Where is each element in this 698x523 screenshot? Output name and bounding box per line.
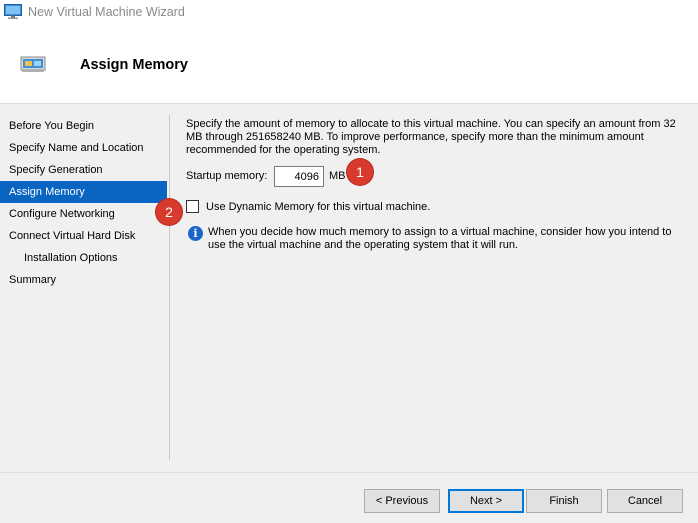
nav-step-specify-name-location[interactable]: Specify Name and Location: [0, 137, 167, 159]
cancel-button[interactable]: Cancel: [607, 489, 683, 513]
annotation-badge-2: 2: [156, 199, 182, 225]
nav-step-configure-networking[interactable]: Configure Networking: [0, 203, 167, 225]
wizard-footer: < Previous Next > Finish Cancel: [0, 472, 698, 523]
vm-monitor-icon: [4, 4, 22, 19]
nav-divider: [169, 115, 170, 460]
step-content: Specify the amount of memory to allocate…: [186, 118, 686, 251]
startup-memory-unit: MB: [329, 170, 346, 182]
next-button[interactable]: Next >: [448, 489, 524, 513]
page-heading: Assign Memory: [80, 57, 188, 73]
finish-button[interactable]: Finish: [526, 489, 602, 513]
annotation-badge-1: 1: [347, 159, 373, 185]
nav-step-installation-options[interactable]: Installation Options: [0, 247, 167, 269]
memory-chip-icon: [20, 56, 46, 72]
wizard-body: Before You Begin Specify Name and Locati…: [0, 104, 698, 472]
wizard-steps-nav: Before You Begin Specify Name and Locati…: [0, 115, 167, 291]
nav-step-specify-generation[interactable]: Specify Generation: [0, 159, 167, 181]
nav-step-assign-memory[interactable]: Assign Memory: [0, 181, 167, 203]
intro-text: Specify the amount of memory to allocate…: [186, 118, 676, 156]
nav-step-connect-virtual-hard-disk[interactable]: Connect Virtual Hard Disk: [0, 225, 167, 247]
window-title: New Virtual Machine Wizard: [28, 5, 185, 19]
nav-step-summary[interactable]: Summary: [0, 269, 167, 291]
previous-button[interactable]: < Previous: [364, 489, 440, 513]
title-bar: New Virtual Machine Wizard: [0, 0, 698, 26]
wizard-header: Assign Memory: [0, 26, 698, 104]
startup-memory-label: Startup memory:: [186, 170, 268, 182]
dynamic-memory-label[interactable]: Use Dynamic Memory for this virtual mach…: [206, 201, 430, 213]
dynamic-memory-checkbox[interactable]: [186, 200, 199, 213]
startup-memory-row: Startup memory: MB: [186, 165, 486, 189]
startup-memory-input[interactable]: [274, 166, 324, 187]
info-icon: i: [188, 226, 203, 241]
info-text: When you decide how much memory to assig…: [208, 226, 672, 251]
dynamic-memory-row: Use Dynamic Memory for this virtual mach…: [186, 199, 586, 215]
nav-step-before-you-begin[interactable]: Before You Begin: [0, 115, 167, 137]
